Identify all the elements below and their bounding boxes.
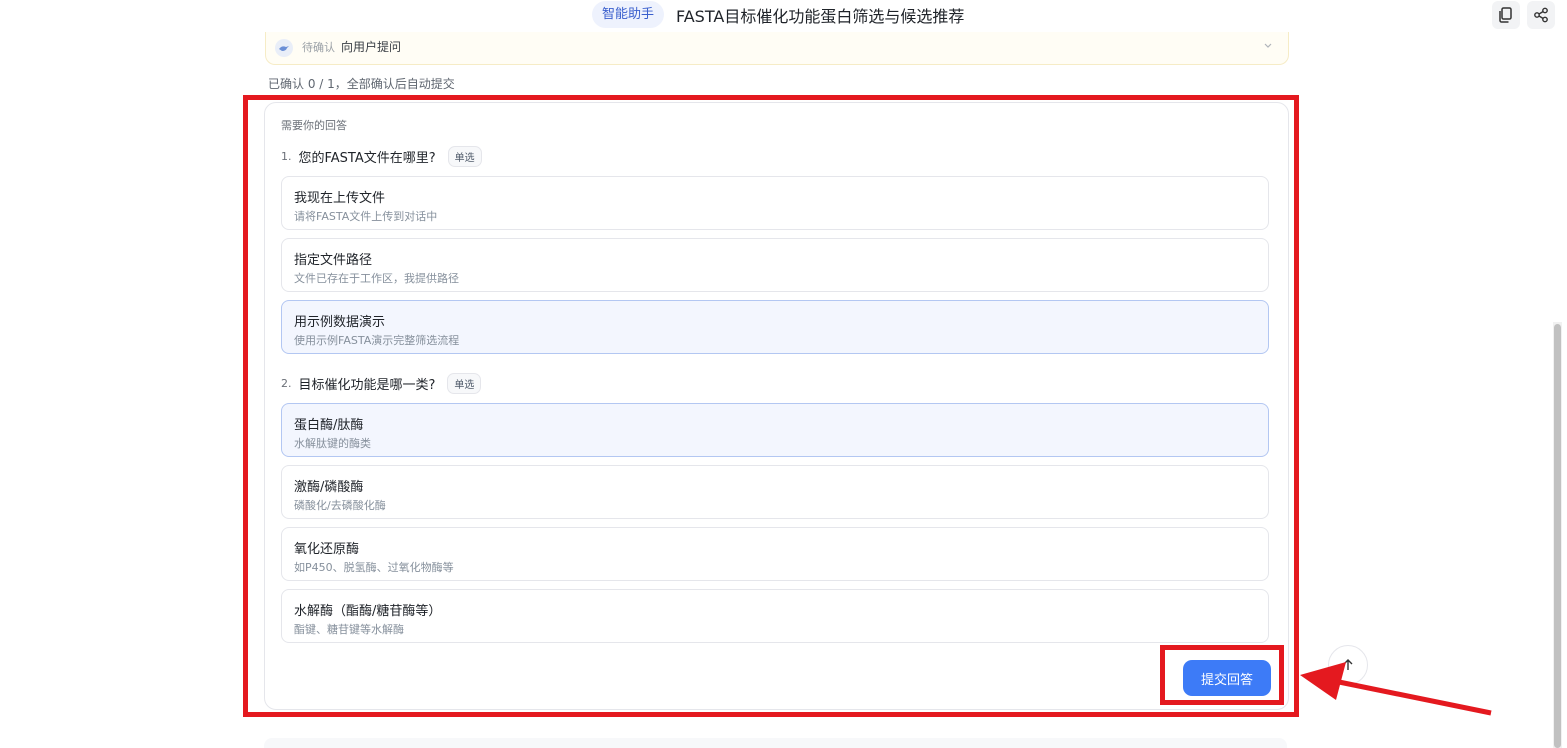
annotation-highlight-submit: [1160, 645, 1284, 705]
annotation-arrow-icon: [1300, 662, 1492, 716]
next-message-edge: [264, 738, 1287, 748]
confirm-status: 已确认 0 / 1，全部确认后自动提交: [268, 77, 455, 91]
scrollbar-thumb[interactable]: [1554, 324, 1561, 748]
share-icon: [1534, 7, 1548, 23]
annotation-highlight-card: [243, 95, 1299, 717]
pending-tool-bar[interactable]: 待确认 向用户提问: [265, 32, 1289, 65]
assistant-badge: 智能助手: [592, 1, 665, 28]
copy-button[interactable]: [1492, 1, 1520, 29]
conversation-title: FASTA目标催化功能蛋白筛选与候选推荐: [676, 7, 965, 26]
chat-header: 智能助手 FASTA目标催化功能蛋白筛选与候选推荐: [0, 0, 1567, 30]
copy-icon: [1499, 7, 1512, 23]
pending-label: 向用户提问: [341, 40, 402, 54]
chevron-down-icon[interactable]: [1262, 39, 1274, 51]
assistant-avatar: [275, 39, 293, 57]
pending-status: 待确认: [302, 41, 335, 54]
share-button[interactable]: [1527, 1, 1555, 29]
bird-icon: [279, 46, 289, 51]
